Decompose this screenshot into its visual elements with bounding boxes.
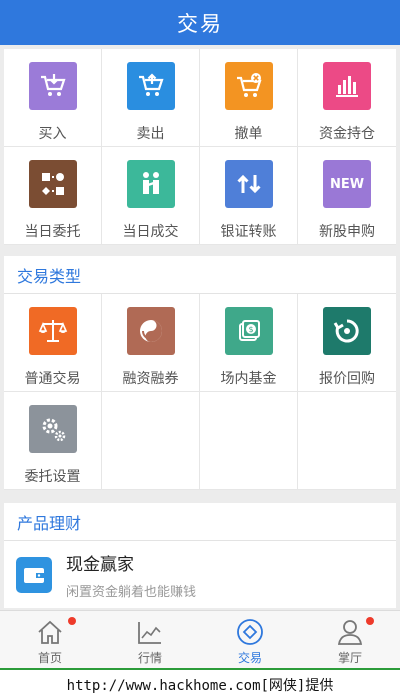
tab-label: 行情 — [137, 651, 162, 665]
grid-item-label: 场内基金 — [220, 371, 277, 387]
bottom-tab-bar: 首页 行情 交易 掌厅 — [0, 610, 400, 668]
gears-icon — [28, 405, 77, 453]
grid-item-sell[interactable]: 卖出 — [102, 49, 200, 147]
section-title-text: 交易类型 — [17, 266, 82, 286]
grid-item-today-orders[interactable]: 当日委托 — [4, 147, 102, 245]
grid-item-label: 当日成交 — [122, 224, 179, 240]
transfer-arrows-icon — [224, 160, 273, 208]
trade-diamond-icon — [235, 617, 265, 647]
handshake-icon — [126, 160, 175, 208]
cart-upload-icon — [126, 62, 175, 110]
tab-hall[interactable]: 掌厅 — [300, 611, 400, 668]
exchange-grid-icon — [28, 160, 77, 208]
watermark-url-text: http://www.hackhome.com[网侠]提供 — [66, 677, 334, 694]
grid-item-label: 当日委托 — [24, 224, 81, 240]
bar-chart-icon — [323, 62, 371, 110]
notification-dot — [68, 617, 76, 625]
refresh-icon — [323, 307, 371, 355]
grid-item-label: 银证转账 — [220, 224, 277, 240]
product-cash-winner[interactable]: 现金赢家 闲置资金躺着也能赚钱 — [4, 541, 396, 608]
grid-item-repo[interactable]: 报价回购 — [298, 294, 396, 392]
section-title-trade-types: 交易类型 — [4, 256, 396, 294]
grid-item-funds-positions[interactable]: 资金持仓 — [298, 49, 396, 147]
grid-item-normal-trade[interactable]: 普通交易 — [4, 294, 102, 392]
section-title-text: 产品理财 — [17, 513, 82, 533]
product-name: 现金赢家 — [66, 554, 134, 575]
scale-icon — [28, 307, 77, 355]
grid-item-ipo-subscription[interactable]: NEW 新股申购 — [298, 147, 396, 245]
grid-item-label: 撤单 — [234, 126, 263, 142]
cart-cancel-icon — [224, 62, 273, 110]
top-bar: 交易 — [0, 0, 400, 45]
grid-item-label: 报价回购 — [319, 371, 375, 387]
watermark-url-bar: http://www.hackhome.com[网侠]提供 — [0, 668, 400, 699]
grid-item-label: 新股申购 — [319, 224, 375, 240]
product-description: 闲置资金躺着也能赚钱 — [66, 584, 197, 600]
grid-item-buy[interactable]: 买入 — [4, 49, 102, 147]
notification-dot — [366, 617, 374, 625]
fund-coin-icon: $ — [224, 307, 273, 355]
wallet-icon — [16, 556, 52, 593]
yin-yang-icon — [126, 307, 175, 355]
grid-item-label: 融资融券 — [122, 371, 179, 387]
tab-trade[interactable]: 交易 — [200, 611, 300, 668]
tab-home[interactable]: 首页 — [0, 611, 100, 668]
page-title: 交易 — [177, 11, 223, 36]
grid-item-label: 普通交易 — [24, 371, 81, 387]
grid-item-empty — [200, 392, 298, 490]
grid-item-label: 卖出 — [136, 126, 165, 142]
tab-label: 首页 — [37, 651, 62, 665]
trade-type-grid: 普通交易 融资融券 $ 场内基金 报价回购 委托设置 — [4, 294, 396, 490]
section-title-products: 产品理财 — [4, 503, 396, 541]
cart-download-icon — [28, 62, 77, 110]
grid-item-bank-transfer[interactable]: 银证转账 — [200, 147, 298, 245]
tab-label: 交易 — [237, 651, 262, 665]
grid-item-margin-trading[interactable]: 融资融券 — [102, 294, 200, 392]
tab-market[interactable]: 行情 — [100, 611, 200, 668]
chart-line-icon — [135, 617, 165, 647]
grid-item-empty — [102, 392, 200, 490]
grid-item-label: 委托设置 — [24, 469, 81, 485]
grid-item-empty — [298, 392, 396, 490]
home-icon — [35, 617, 65, 647]
new-badge-text: NEW — [329, 176, 365, 192]
tab-label: 掌厅 — [337, 651, 362, 665]
grid-item-label: 买入 — [38, 126, 67, 142]
new-badge-icon: NEW — [323, 160, 371, 208]
grid-item-label: 资金持仓 — [319, 126, 375, 142]
grid-item-order-settings[interactable]: 委托设置 — [4, 392, 102, 490]
user-icon — [335, 617, 365, 647]
grid-item-today-deals[interactable]: 当日成交 — [102, 147, 200, 245]
grid-item-exchange-fund[interactable]: $ 场内基金 — [200, 294, 298, 392]
grid-item-cancel-order[interactable]: 撤单 — [200, 49, 298, 147]
trade-function-grid: 买入 卖出 撤单 资金持仓 当日委托 当日成交 银证转账 NEW 新股申购 — [4, 49, 396, 245]
svg-text:$: $ — [248, 325, 253, 334]
